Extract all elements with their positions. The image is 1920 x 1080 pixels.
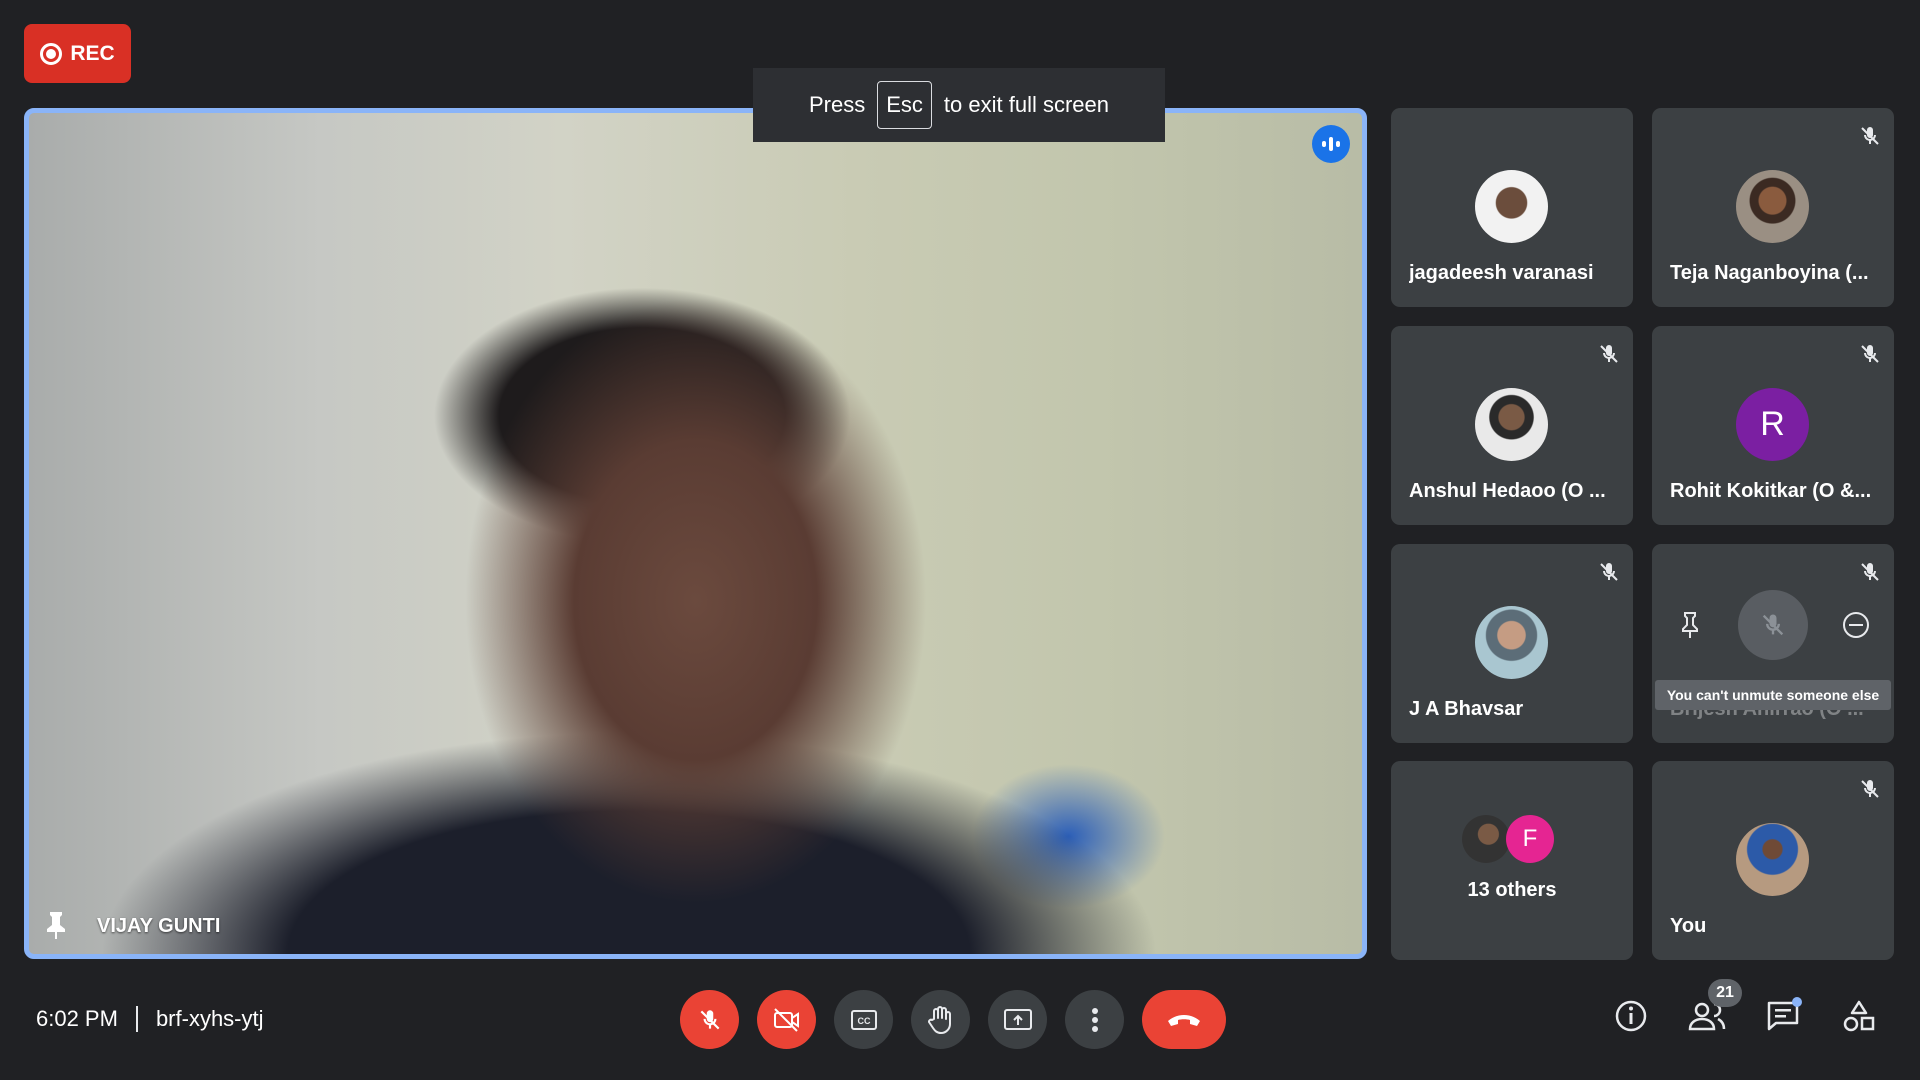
main-speaker-name: VIJAY GUNTI: [97, 915, 221, 937]
pin-icon[interactable]: [1664, 599, 1716, 651]
self-tile[interactable]: You: [1652, 761, 1894, 960]
avatar-initial: R: [1736, 388, 1809, 461]
mic-off-icon: [700, 1009, 719, 1029]
recording-badge[interactable]: REC: [24, 24, 131, 83]
unread-indicator: [1792, 997, 1802, 1007]
mic-off-icon[interactable]: [1738, 590, 1808, 660]
toast-key: Esc: [877, 81, 932, 129]
captions-icon: CC: [850, 1009, 877, 1030]
more-vert-icon: [1091, 1007, 1098, 1032]
participant-tile[interactable]: jagadeesh varanasi: [1391, 108, 1633, 307]
avatar: [1736, 170, 1809, 243]
participant-tile-hovered[interactable]: Brijesh Ahirrao (O ... You can't unmute …: [1652, 544, 1894, 743]
camera-toggle-button[interactable]: [757, 990, 816, 1049]
toast-prefix: Press: [808, 92, 866, 117]
mic-off-icon: [1858, 560, 1882, 584]
mic-off-icon: [1858, 124, 1882, 148]
info-icon: [1615, 1000, 1647, 1032]
mic-off-icon: [1597, 560, 1621, 584]
participant-name: J A Bhavsar: [1409, 698, 1524, 720]
meeting-details: 6:02 PM brf-xyhs-ytj: [36, 1006, 264, 1032]
people-button[interactable]: 21: [1686, 979, 1742, 1037]
participant-name: Teja Naganboyina (...: [1670, 262, 1869, 284]
raise-hand-button[interactable]: [911, 990, 970, 1049]
side-panel-buttons: 21: [1610, 979, 1880, 1037]
meeting-screen: REC VIJAY GUNTI Press Esc to exit full s…: [0, 0, 1920, 1080]
activities-button[interactable]: [1838, 995, 1880, 1037]
mic-off-icon: [1858, 342, 1882, 366]
remove-circle-icon[interactable]: [1830, 599, 1882, 651]
activities-icon: [1843, 1000, 1875, 1032]
avatar: [1475, 606, 1548, 679]
participant-tile[interactable]: R Rohit Kokitkar (O &...: [1652, 326, 1894, 525]
participant-tile[interactable]: Teja Naganboyina (...: [1652, 108, 1894, 307]
meeting-info-button[interactable]: [1610, 995, 1652, 1037]
mic-off-icon: [1597, 342, 1621, 366]
record-icon: [40, 42, 63, 65]
fullscreen-toast: Press Esc to exit full screen: [753, 68, 1165, 142]
avatar: [1475, 388, 1548, 461]
participant-name: jagadeesh varanasi: [1409, 262, 1594, 284]
others-tile[interactable]: F 13 others: [1391, 761, 1633, 960]
avatar: [1462, 815, 1510, 863]
divider: [135, 1006, 138, 1032]
call-controls: CC: [680, 990, 1226, 1049]
mic-toggle-button[interactable]: [680, 990, 739, 1049]
mic-off-icon: [1858, 777, 1882, 801]
meeting-time: 6:02 PM: [36, 1006, 118, 1031]
svg-text:CC: CC: [857, 1016, 870, 1026]
others-label: 13 others: [1467, 879, 1557, 901]
tooltip: You can't unmute someone else: [1655, 680, 1891, 710]
main-speaker-tile[interactable]: VIJAY GUNTI: [24, 108, 1367, 959]
phone-hangup-icon: [1168, 1014, 1200, 1026]
recording-label: REC: [70, 41, 115, 65]
participant-name: Rohit Kokitkar (O &...: [1670, 480, 1872, 502]
participant-name: You: [1670, 915, 1707, 937]
leave-call-button[interactable]: [1142, 990, 1226, 1049]
pin-icon[interactable]: [43, 910, 69, 940]
avatar-initial: F: [1506, 815, 1554, 863]
captions-button[interactable]: CC: [834, 990, 893, 1049]
camera-off-icon: [773, 1007, 799, 1032]
chat-button[interactable]: [1762, 995, 1804, 1037]
avatar: [1736, 823, 1809, 896]
toast-suffix: to exit full screen: [943, 92, 1109, 117]
audio-wave-icon: [1312, 125, 1350, 163]
avatar: [1475, 170, 1548, 243]
present-button[interactable]: [988, 990, 1047, 1049]
meeting-code: brf-xyhs-ytj: [155, 1006, 264, 1031]
others-avatars: F: [1462, 813, 1562, 865]
people-count-badge: 21: [1708, 979, 1742, 1007]
participant-name: Anshul Hedaoo (O ...: [1409, 480, 1606, 502]
more-options-button[interactable]: [1065, 990, 1124, 1049]
participant-tile[interactable]: J A Bhavsar: [1391, 544, 1633, 743]
hand-icon: [927, 1005, 951, 1034]
tile-hover-controls: [1664, 590, 1882, 660]
participant-tile[interactable]: Anshul Hedaoo (O ...: [1391, 326, 1633, 525]
present-screen-icon: [1003, 1008, 1032, 1030]
